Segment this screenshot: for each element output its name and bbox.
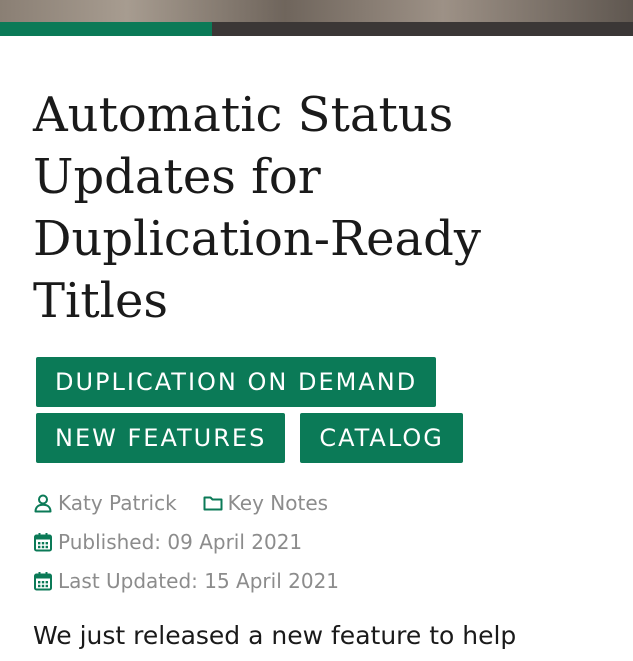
category-link[interactable]: Key Notes [228, 491, 328, 515]
author-name[interactable]: Katy Patrick [58, 491, 177, 515]
calendar-icon [33, 532, 53, 552]
published-date: Published: 09 April 2021 [58, 530, 303, 554]
last-updated-date: Last Updated: 15 April 2021 [58, 569, 340, 593]
calendar-icon [33, 571, 53, 591]
tag-duplication-on-demand[interactable]: DUPLICATION ON DEMAND [36, 357, 437, 407]
tag-new-features[interactable]: NEW FEATURES [36, 413, 286, 463]
tag-catalog[interactable]: CATALOG [300, 413, 463, 463]
meta-row-published: Published: 09 April 2021 [33, 527, 339, 557]
author-meta: Katy Patrick [33, 491, 177, 515]
article-meta: Katy Patrick Key Notes Published: 09 Apr… [33, 488, 339, 605]
tag-list: DUPLICATION ON DEMAND NEW FEATURES CATAL… [36, 357, 596, 469]
reading-progress-bar [0, 22, 633, 36]
meta-row-author-category: Katy Patrick Key Notes [33, 488, 339, 518]
folder-icon [203, 493, 223, 513]
updated-meta: Last Updated: 15 April 2021 [33, 569, 339, 593]
header-image [0, 0, 633, 22]
tag-row: DUPLICATION ON DEMAND [36, 357, 596, 407]
user-icon [33, 493, 53, 513]
article-title: Automatic Status Updates for Duplication… [33, 87, 482, 329]
meta-row-updated: Last Updated: 15 April 2021 [33, 566, 339, 596]
published-meta: Published: 09 April 2021 [33, 530, 302, 554]
reading-progress-fill [0, 22, 213, 36]
category-meta: Key Notes [203, 491, 328, 515]
tag-row: NEW FEATURES CATALOG [36, 413, 596, 463]
article-intro: We just released a new feature to help [33, 621, 517, 650]
